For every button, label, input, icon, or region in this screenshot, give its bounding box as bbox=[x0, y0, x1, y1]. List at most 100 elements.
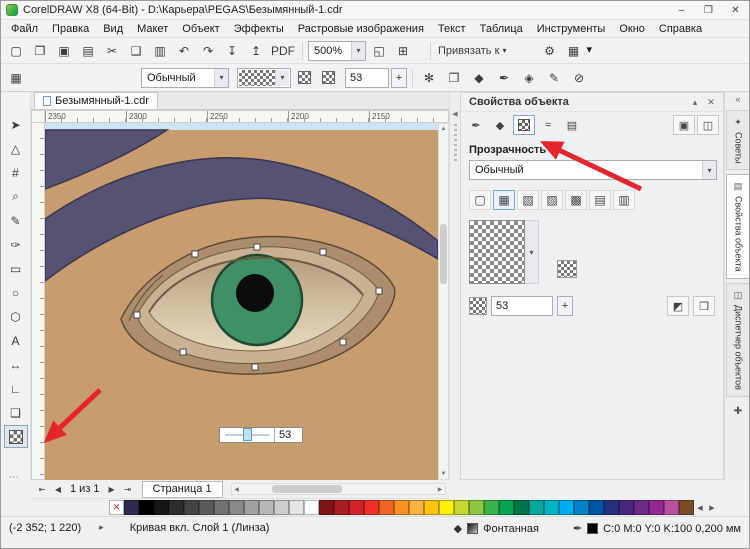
palette-swatch[interactable] bbox=[154, 500, 169, 515]
close-button[interactable]: ✕ bbox=[722, 1, 749, 19]
toolbox-overflow-button[interactable]: ⋯ bbox=[9, 472, 19, 483]
transparency-picker-open-button[interactable] bbox=[293, 67, 315, 89]
palette-swatch[interactable] bbox=[319, 500, 334, 515]
rectangle-tool[interactable]: ▭ bbox=[4, 257, 28, 280]
edit-transparency-button[interactable]: ❐ bbox=[693, 296, 715, 316]
palette-swatch[interactable] bbox=[484, 500, 499, 515]
drop-shadow-tool[interactable]: ❏ bbox=[4, 401, 28, 424]
transparency-slider-popup[interactable]: 53 bbox=[219, 427, 303, 443]
transparency-type-select[interactable]: Обычный ▾ bbox=[141, 68, 229, 88]
polygon-tool[interactable]: ⬡ bbox=[4, 305, 28, 328]
palette-swatch[interactable] bbox=[379, 500, 394, 515]
transparency-picker-select[interactable]: ▾ bbox=[237, 68, 291, 88]
transparency-options-button[interactable] bbox=[317, 67, 339, 89]
menu-item[interactable]: Справка bbox=[652, 21, 709, 37]
menu-item[interactable]: Растровые изображения bbox=[291, 21, 431, 37]
palette-swatch[interactable] bbox=[169, 500, 184, 515]
restore-button[interactable]: ❐ bbox=[695, 1, 722, 19]
snap-to-dropdown[interactable]: Привязать к ▾ bbox=[436, 40, 508, 62]
docker-value-increase-button[interactable]: + bbox=[557, 296, 573, 316]
palette-scroll-right[interactable]: ▶ bbox=[706, 500, 718, 515]
palette-swatch[interactable] bbox=[619, 500, 634, 515]
uniform-transparency-button[interactable]: ▦ bbox=[493, 190, 515, 210]
cut-button[interactable]: ✂ bbox=[101, 40, 123, 62]
status-expander-icon[interactable]: ▸ bbox=[99, 522, 104, 533]
show-rulers-button[interactable]: ⊞ bbox=[392, 40, 414, 62]
palette-swatch[interactable] bbox=[634, 500, 649, 515]
palette-swatch[interactable] bbox=[334, 500, 349, 515]
transparency-target-all-button[interactable]: ◈ bbox=[518, 67, 540, 89]
palette-swatch[interactable] bbox=[229, 500, 244, 515]
import-button[interactable]: ↧ bbox=[221, 40, 243, 62]
palette-swatch[interactable] bbox=[259, 500, 274, 515]
palette-swatch[interactable] bbox=[274, 500, 289, 515]
docker-transparency-type-select[interactable]: Обычный ▾ bbox=[469, 160, 717, 180]
no-fill-swatch[interactable]: ✕ bbox=[109, 500, 124, 515]
palette-swatch[interactable] bbox=[439, 500, 454, 515]
docker-transparency-value-field[interactable]: 53 bbox=[491, 296, 553, 316]
last-page-button[interactable]: ⇥ bbox=[120, 481, 136, 497]
docker-tab-object-manager[interactable]: ◫ Диспетчер объектов bbox=[726, 283, 750, 397]
menu-item[interactable]: Вид bbox=[96, 21, 130, 37]
outline-properties-tab[interactable]: ✒ bbox=[465, 115, 487, 135]
docker-tab-hints[interactable]: ✦ Советы bbox=[726, 110, 750, 170]
print-button[interactable]: ▤ bbox=[77, 40, 99, 62]
pick-tool[interactable]: ➤ bbox=[4, 113, 28, 136]
palette-swatch[interactable] bbox=[124, 500, 139, 515]
zoom-tool[interactable]: ⌕ bbox=[4, 185, 28, 208]
palette-swatch[interactable] bbox=[649, 500, 664, 515]
palette-swatch[interactable] bbox=[409, 500, 424, 515]
freeze-transparency-button[interactable]: ✻ bbox=[418, 67, 440, 89]
transparency-target-fill-button[interactable]: ◆ bbox=[468, 67, 490, 89]
save-button[interactable]: ▣ bbox=[53, 40, 75, 62]
edit-transparency-button[interactable]: ✎ bbox=[543, 67, 565, 89]
new-document-button[interactable]: ▢ bbox=[5, 40, 27, 62]
palette-swatch[interactable] bbox=[499, 500, 514, 515]
menu-item[interactable]: Макет bbox=[130, 21, 175, 37]
palette-swatch[interactable] bbox=[199, 500, 214, 515]
export-button[interactable]: ↥ bbox=[245, 40, 267, 62]
scrollbar-thumb[interactable] bbox=[440, 224, 447, 284]
palette-swatch[interactable] bbox=[214, 500, 229, 515]
palette-swatch[interactable] bbox=[664, 500, 679, 515]
menu-item[interactable]: Инструменты bbox=[530, 21, 613, 37]
palette-swatch[interactable] bbox=[544, 500, 559, 515]
two-color-pattern-button[interactable]: ▤ bbox=[589, 190, 611, 210]
transparency-slider-track[interactable] bbox=[225, 434, 269, 436]
menu-item[interactable]: Окно bbox=[612, 21, 652, 37]
crop-tool[interactable]: # bbox=[4, 161, 28, 184]
minimize-button[interactable]: – bbox=[668, 1, 695, 19]
palette-swatch[interactable] bbox=[184, 500, 199, 515]
palette-swatch[interactable] bbox=[559, 500, 574, 515]
undo-button[interactable]: ↶ bbox=[173, 40, 195, 62]
menu-item[interactable]: Объект bbox=[175, 21, 226, 37]
horizontal-ruler[interactable]: 23502300225022002150 bbox=[45, 110, 449, 123]
fill-status[interactable]: ◆ Фонтанная bbox=[454, 522, 539, 535]
copy-transparency-button[interactable]: ◩ bbox=[667, 296, 689, 316]
palette-swatch[interactable] bbox=[244, 500, 259, 515]
quick-customize-button[interactable]: ✚ bbox=[727, 403, 749, 421]
docker-splitter[interactable]: ◀ bbox=[449, 92, 460, 480]
palette-scroll-left[interactable]: ◀ bbox=[694, 500, 706, 515]
ellipse-tool[interactable]: ○ bbox=[4, 281, 28, 304]
wrap-mode-button[interactable]: ◫ bbox=[697, 115, 719, 135]
transparency-tool[interactable] bbox=[4, 425, 28, 448]
connector-tool[interactable]: ∟ bbox=[4, 377, 28, 400]
palette-swatch[interactable] bbox=[454, 500, 469, 515]
palette-swatch[interactable] bbox=[349, 500, 364, 515]
freehand-tool[interactable]: ✎ bbox=[4, 209, 28, 232]
pupil-shape[interactable] bbox=[236, 274, 274, 312]
scroll-left-icon[interactable]: ◀ bbox=[232, 486, 242, 493]
options-button[interactable]: ⚙ bbox=[538, 40, 560, 62]
texture-transparency-button[interactable]: ▥ bbox=[613, 190, 635, 210]
scrollbar-thumb[interactable] bbox=[272, 485, 342, 493]
bitmap-pattern-button[interactable]: ▩ bbox=[565, 190, 587, 210]
horizontal-scrollbar[interactable]: ◀ ▶ bbox=[231, 483, 446, 495]
docker-tab-object-properties[interactable]: ▤ Свойства объекта bbox=[726, 174, 750, 279]
open-button[interactable]: ❐ bbox=[29, 40, 51, 62]
artistic-media-tool[interactable]: ✑ bbox=[4, 233, 28, 256]
summary-properties-tab[interactable]: ▤ bbox=[561, 115, 583, 135]
effects-properties-tab[interactable]: ≈ bbox=[537, 115, 559, 135]
copy-transparency-button[interactable]: ❐ bbox=[443, 67, 465, 89]
text-tool[interactable]: А bbox=[4, 329, 28, 352]
